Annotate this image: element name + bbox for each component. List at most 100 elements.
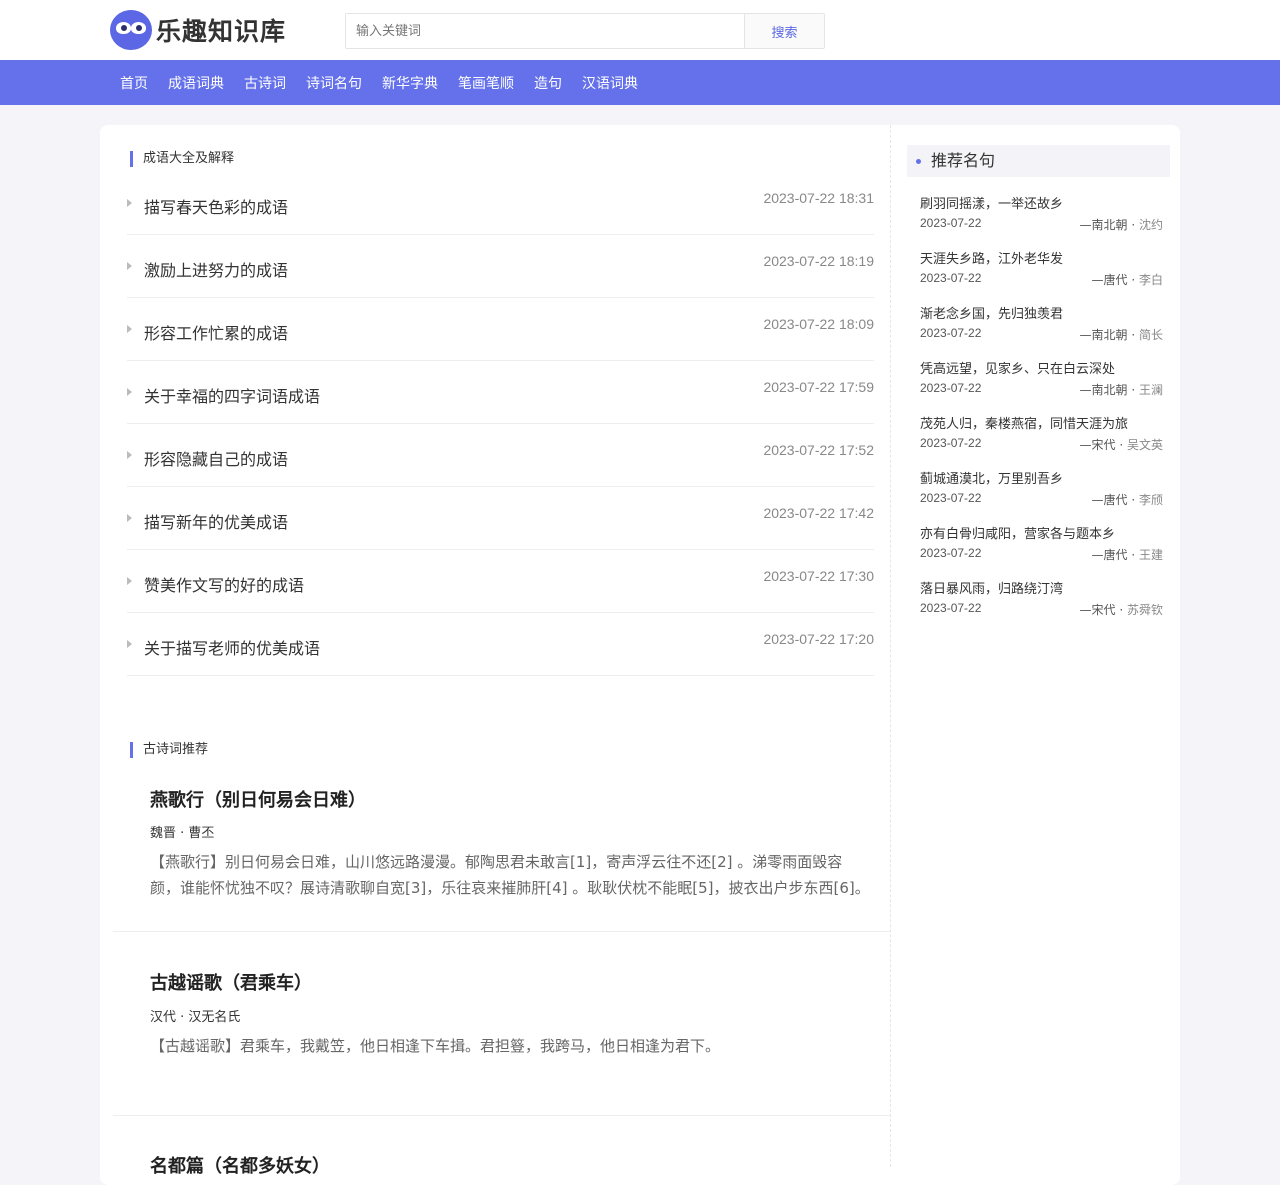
bullet-triangle-icon (127, 199, 132, 207)
quote-text[interactable]: 茂苑人归，秦楼燕宿，同惜天涯为旅 (920, 413, 1128, 432)
list-item[interactable]: 落日暴风雨，归路绕汀湾 2023-07-22 —宋代 · 苏舜钦 (920, 578, 1163, 633)
nav-item-chinese-dictionary[interactable]: 汉语词典 (572, 73, 648, 93)
list-item[interactable]: 茂苑人归，秦楼燕宿，同惜天涯为旅 2023-07-22 —宋代 · 吴文英 (920, 413, 1163, 468)
poem-title[interactable]: 名都篇（名都多妖女） (150, 1152, 330, 1178)
idiom-title[interactable]: 关于幸福的四字词语成语 (144, 383, 320, 407)
sidebar-title: 推荐名句 (907, 145, 1170, 177)
quote-date: 2023-07-22 (920, 546, 982, 560)
poem-author[interactable]: 魏晋 · 曹丕 (150, 822, 214, 841)
nav-item-stroke-order[interactable]: 笔画笔顺 (448, 73, 524, 93)
quote-date: 2023-07-22 (920, 271, 982, 285)
list-item[interactable]: 描写春天色彩的成语 2023-07-22 18:31 (127, 172, 874, 235)
list-item[interactable]: 凭高远望，见家乡、只在白云深处 2023-07-22 —南北朝 · 王澜 (920, 358, 1163, 413)
quote-dynasty: —南北朝 (1079, 383, 1128, 397)
idiom-title[interactable]: 激励上进努力的成语 (144, 257, 288, 281)
idiom-title[interactable]: 形容隐藏自己的成语 (144, 446, 288, 470)
quote-author[interactable]: 苏舜钦 (1127, 603, 1163, 617)
list-item[interactable]: 形容隐藏自己的成语 2023-07-22 17:52 (127, 424, 874, 487)
list-item[interactable]: 描写新年的优美成语 2023-07-22 17:42 (127, 487, 874, 550)
quote-author[interactable]: 王建 (1139, 548, 1163, 562)
search-button[interactable]: 搜索 (744, 14, 824, 48)
quote-source: —宋代 · 吴文英 (1079, 438, 1163, 452)
quote-list: 刷羽同摇漾，一举还故乡 2023-07-22 —南北朝 · 沈约 天涯失乡路，江外老… (920, 193, 1163, 633)
idioms-section-title: 成语大全及解释 (130, 151, 234, 167)
nav-item-home[interactable]: 首页 (110, 73, 158, 93)
quote-date: 2023-07-22 (920, 326, 982, 340)
poem-title[interactable]: 燕歌行（别日何易会日难） (150, 786, 366, 812)
list-item[interactable]: 关于幸福的四字词语成语 2023-07-22 17:59 (127, 361, 874, 424)
idiom-title[interactable]: 赞美作文写的好的成语 (144, 572, 304, 596)
bullet-triangle-icon (127, 325, 132, 333)
poem-card: 燕歌行（别日何易会日难） 魏晋 · 曹丕 【燕歌行】别日何易会日难，山川悠远路漫… (113, 760, 890, 932)
quote-dynasty: —唐代 (1091, 548, 1128, 562)
quote-text[interactable]: 落日暴风雨，归路绕汀湾 (920, 578, 1063, 597)
quote-author[interactable]: 简长 (1139, 328, 1163, 342)
idiom-title[interactable]: 形容工作忙累的成语 (144, 320, 288, 344)
list-item[interactable]: 赞美作文写的好的成语 2023-07-22 17:30 (127, 550, 874, 613)
quote-text[interactable]: 刷羽同摇漾，一举还故乡 (920, 193, 1063, 212)
poems-section-title: 古诗词推荐 (130, 742, 208, 758)
bullet-triangle-icon (127, 451, 132, 459)
quote-source: —唐代 · 王建 (1091, 548, 1163, 562)
logo-mascot-icon (110, 10, 152, 50)
bullet-triangle-icon (127, 640, 132, 648)
idiom-time: 2023-07-22 17:30 (763, 568, 874, 584)
nav-item-xinhua-dictionary[interactable]: 新华字典 (372, 73, 448, 93)
site-logo[interactable]: 乐趣知识库 (110, 10, 286, 50)
quote-author[interactable]: 吴文英 (1127, 438, 1163, 452)
quote-dynasty: —唐代 (1091, 273, 1128, 287)
list-item[interactable]: 刷羽同摇漾，一举还故乡 2023-07-22 —南北朝 · 沈约 (920, 193, 1163, 248)
list-item[interactable]: 亦有白骨归咸阳，营家各与题本乡 2023-07-22 —唐代 · 王建 (920, 523, 1163, 578)
quote-author[interactable]: 李颀 (1139, 493, 1163, 507)
idiom-title[interactable]: 描写新年的优美成语 (144, 509, 288, 533)
quote-author[interactable]: 沈约 (1139, 218, 1163, 232)
idiom-title[interactable]: 关于描写老师的优美成语 (144, 635, 320, 659)
logo-eye-right (131, 22, 146, 34)
idiom-list: 描写春天色彩的成语 2023-07-22 18:31 激励上进努力的成语 2023-… (127, 172, 874, 676)
nav-item-idiom-dictionary[interactable]: 成语词典 (158, 73, 234, 93)
poem-excerpt: 【古越谣歌】君乘车，我戴笠，他日相逢下车揖。君担簦，我跨马，他日相逢为君下。 (150, 1037, 721, 1055)
poem-title[interactable]: 古越谣歌（君乘车） (150, 969, 312, 995)
quote-source: —唐代 · 李颀 (1091, 493, 1163, 507)
quote-date: 2023-07-22 (920, 436, 982, 450)
nav-item-famous-lines[interactable]: 诗词名句 (296, 73, 372, 93)
poem-card: 古越谣歌（君乘车） 汉代 · 汉无名氏 【古越谣歌】君乘车，我戴笠，他日相逢下车… (113, 932, 890, 1116)
idiom-title[interactable]: 描写春天色彩的成语 (144, 194, 288, 218)
quote-text[interactable]: 蓟城通漠北，万里别吾乡 (920, 468, 1063, 487)
main-nav: 首页 成语词典 古诗词 诗词名句 新华字典 笔画笔顺 造句 汉语词典 (0, 60, 1280, 105)
list-item[interactable]: 渐老念乡国，先归独羡君 2023-07-22 —南北朝 · 简长 (920, 303, 1163, 358)
list-item[interactable]: 天涯失乡路，江外老华发 2023-07-22 —唐代 · 李白 (920, 248, 1163, 303)
quote-text[interactable]: 渐老念乡国，先归独羡君 (920, 303, 1063, 322)
quote-dynasty: —南北朝 (1079, 218, 1128, 232)
poem-author[interactable]: 汉代 · 汉无名氏 (150, 1006, 240, 1025)
list-item[interactable]: 形容工作忙累的成语 2023-07-22 18:09 (127, 298, 874, 361)
quote-text[interactable]: 天涯失乡路，江外老华发 (920, 248, 1063, 267)
list-item[interactable]: 蓟城通漠北，万里别吾乡 2023-07-22 —唐代 · 李颀 (920, 468, 1163, 523)
search-bar: 搜索 (345, 13, 825, 49)
quote-dynasty: —宋代 (1079, 438, 1116, 452)
site-header: 乐趣知识库 搜索 (0, 0, 1280, 60)
search-input[interactable] (346, 14, 744, 48)
quote-dynasty: —唐代 (1091, 493, 1128, 507)
site-name: 乐趣知识库 (156, 17, 287, 46)
poem-card: 名都篇（名都多妖女） (113, 1116, 890, 1177)
quote-text[interactable]: 凭高远望，见家乡、只在白云深处 (920, 358, 1115, 377)
logo-eye-left (116, 22, 131, 34)
nav-item-sentence-making[interactable]: 造句 (524, 73, 572, 93)
idiom-time: 2023-07-22 17:42 (763, 505, 874, 521)
quote-author[interactable]: 王澜 (1139, 383, 1163, 397)
nav-item-ancient-poems[interactable]: 古诗词 (234, 73, 296, 93)
list-item[interactable]: 关于描写老师的优美成语 2023-07-22 17:20 (127, 613, 874, 676)
quote-date: 2023-07-22 (920, 381, 982, 395)
idiom-time: 2023-07-22 18:09 (763, 316, 874, 332)
bullet-triangle-icon (127, 577, 132, 585)
quote-source: —南北朝 · 简长 (1079, 328, 1163, 342)
bullet-triangle-icon (127, 388, 132, 396)
idiom-time: 2023-07-22 18:31 (763, 190, 874, 206)
list-item[interactable]: 激励上进努力的成语 2023-07-22 18:19 (127, 235, 874, 298)
quote-dynasty: —宋代 (1079, 603, 1116, 617)
idiom-time: 2023-07-22 17:52 (763, 442, 874, 458)
quote-source: —宋代 · 苏舜钦 (1079, 603, 1163, 617)
quote-author[interactable]: 李白 (1139, 273, 1163, 287)
quote-text[interactable]: 亦有白骨归咸阳，营家各与题本乡 (920, 523, 1115, 542)
